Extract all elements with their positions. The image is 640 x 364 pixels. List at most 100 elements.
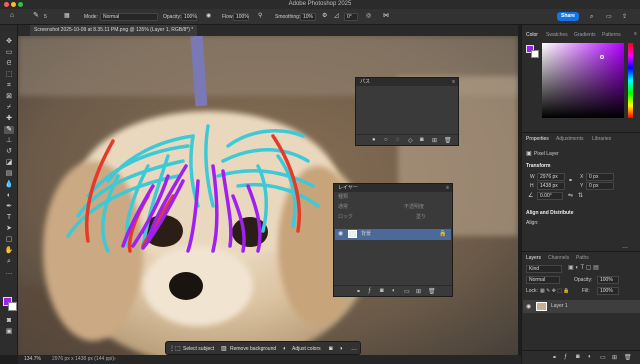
select-subject-button[interactable]: Select subject <box>183 345 214 353</box>
layer-blend-mode[interactable]: 通常 <box>338 204 348 211</box>
brush-settings-icon[interactable]: ▦ <box>64 12 70 20</box>
layer-fill-field[interactable]: 100% <box>597 287 619 295</box>
more-options-icon[interactable]: … <box>622 244 628 251</box>
clone-stamp-icon[interactable]: ⊥ <box>4 137 14 145</box>
background-color-chip[interactable] <box>531 50 539 58</box>
flip-horizontal-icon[interactable]: ⇋ <box>568 193 573 200</box>
adjustment-layer-icon[interactable]: ◐ <box>588 354 592 360</box>
tab-color[interactable]: Color <box>526 31 538 39</box>
kind-filter[interactable]: Kind <box>526 265 562 273</box>
tab-gradients[interactable]: Gradients <box>574 31 596 39</box>
angle-field[interactable]: 0° <box>344 13 358 21</box>
adjust-colors-button[interactable]: Adjust colors <box>292 345 321 353</box>
layer-row-selected[interactable]: ◉ Layer 1 <box>523 300 640 313</box>
align-heading[interactable]: Align and Distribute <box>526 210 574 217</box>
pen-tool-icon[interactable]: ✒ <box>4 203 14 211</box>
transform-heading[interactable]: Transform <box>526 163 550 170</box>
panel-menu-icon[interactable]: ≡ <box>446 185 449 191</box>
color-picker-marker[interactable] <box>600 55 604 59</box>
share-link-icon[interactable]: ⇪ <box>622 13 627 21</box>
zoom-level[interactable]: 134.7% <box>24 356 41 363</box>
lasso-tool-icon[interactable]: ᘓ <box>4 60 14 68</box>
mask-icon[interactable]: ◙ <box>329 345 333 353</box>
gradient-icon[interactable]: ▤ <box>4 170 14 178</box>
tab-paths[interactable]: Paths <box>576 254 589 262</box>
tab-libraries[interactable]: Libraries <box>592 135 611 143</box>
new-layer-icon[interactable]: ⊞ <box>416 288 421 295</box>
frame-tool-icon[interactable]: ⊠ <box>4 93 14 101</box>
make-path-icon[interactable]: ◇ <box>408 137 413 144</box>
path-selection-icon[interactable]: ➤ <box>4 225 14 233</box>
delete-path-icon[interactable]: 🗑 <box>444 137 452 144</box>
delete-layer-icon[interactable]: 🗑 <box>428 288 436 295</box>
blur-tool-icon[interactable]: 💧 <box>4 181 14 189</box>
tab-adjustments[interactable]: Adjustments <box>556 135 584 143</box>
brush-tool-icon[interactable]: ✎ <box>33 12 39 20</box>
layer-row-selected[interactable]: ◉ 背景 🔒 <box>335 229 451 240</box>
link-layers-icon[interactable]: ⚭ <box>356 288 361 295</box>
screen-mode-icon[interactable]: ▣ <box>4 328 14 336</box>
tab-layers[interactable]: Layers <box>526 254 541 262</box>
pressure-opacity-icon[interactable]: ◉ <box>206 12 211 20</box>
x-field[interactable]: 0 px <box>586 173 614 181</box>
layer-name[interactable]: Layer 1 <box>551 303 568 310</box>
share-button[interactable]: Share <box>557 12 579 21</box>
history-brush-icon[interactable]: ↺ <box>4 148 14 156</box>
search-icon[interactable]: ⌕ <box>590 13 593 21</box>
eyedropper-icon[interactable]: ⌿ <box>4 104 14 112</box>
panel-menu-icon[interactable]: ≡ <box>452 79 455 85</box>
visibility-eye-icon[interactable]: ◉ <box>338 230 343 237</box>
minimize-window-button[interactable] <box>11 2 16 7</box>
panel-menu-icon[interactable]: ≡ <box>634 31 637 37</box>
pressure-size-icon[interactable]: ◎ <box>366 12 371 20</box>
layer-kind-filter[interactable]: 種類 <box>338 194 348 201</box>
smoothing-options-icon[interactable]: ⚙ <box>322 12 327 20</box>
tab-patterns[interactable]: Patterns <box>602 31 621 39</box>
workspace-icon[interactable]: ▭ <box>606 13 612 21</box>
contrast-icon[interactable]: ◑ <box>339 345 343 353</box>
color-field[interactable] <box>542 43 624 118</box>
layer-opacity-field[interactable]: 100% <box>597 276 619 284</box>
width-field[interactable]: 2976 px <box>537 173 565 181</box>
tab-channels[interactable]: Channels <box>548 254 569 262</box>
add-mask-icon[interactable]: ◙ <box>576 354 580 360</box>
hand-tool-icon[interactable]: ✋ <box>4 247 14 255</box>
tab-swatches[interactable]: Swatches <box>546 31 568 39</box>
artboard-tool-icon[interactable]: ▭ <box>4 49 14 57</box>
new-group-icon[interactable]: ▭ <box>600 354 606 361</box>
new-path-icon[interactable]: ⊞ <box>432 137 437 144</box>
fill-path-icon[interactable]: ● <box>372 137 376 143</box>
new-group-icon[interactable]: ▭ <box>404 288 410 295</box>
y-field[interactable]: 0 px <box>586 182 614 190</box>
symmetry-icon[interactable]: ⋈ <box>383 12 389 20</box>
mode-select[interactable]: Normal <box>100 13 158 21</box>
delete-layer-icon[interactable]: 🗑 <box>624 354 632 361</box>
rectangle-tool-icon[interactable]: ▢ <box>4 236 14 244</box>
layer-name[interactable]: 背景 <box>361 231 371 238</box>
close-window-button[interactable] <box>4 2 9 7</box>
height-field[interactable]: 1438 px <box>537 182 565 190</box>
angle-field[interactable]: 0.00° <box>537 192 563 200</box>
link-layers-icon[interactable]: ⚭ <box>552 354 557 361</box>
opacity-field[interactable]: 100% <box>181 13 197 21</box>
filter-icons[interactable]: ▣ ◐ T ▢ ▤ <box>568 265 599 272</box>
brush-tool-icon[interactable]: ✎ <box>4 126 14 134</box>
quick-mask-icon[interactable]: ◙ <box>4 317 14 325</box>
status-chevron-icon[interactable]: › <box>114 356 116 363</box>
airbrush-icon[interactable]: ⚲ <box>258 12 262 20</box>
object-selection-icon[interactable]: ⬚ <box>4 71 14 79</box>
document-tab[interactable]: Screenshot 2025-10-09 at 8.35.11 PM.png … <box>30 25 198 36</box>
home-icon[interactable]: ⌂ <box>10 12 14 20</box>
visibility-eye-icon[interactable]: ◉ <box>526 303 531 310</box>
more-options-icon[interactable]: … <box>351 345 357 353</box>
fx-icon[interactable]: ƒ <box>368 288 371 294</box>
fx-icon[interactable]: ƒ <box>564 354 567 360</box>
zoom-tool-icon[interactable]: ⌕ <box>4 258 14 266</box>
flip-vertical-icon[interactable]: ⇅ <box>578 193 583 200</box>
new-layer-icon[interactable]: ⊞ <box>612 354 617 361</box>
spot-healing-icon[interactable]: ✚ <box>4 115 14 123</box>
crop-tool-icon[interactable]: ⌗ <box>4 82 14 90</box>
hue-slider[interactable] <box>628 43 633 118</box>
dodge-tool-icon[interactable]: ◐ <box>4 192 14 200</box>
load-selection-icon[interactable]: ◌ <box>396 137 400 143</box>
